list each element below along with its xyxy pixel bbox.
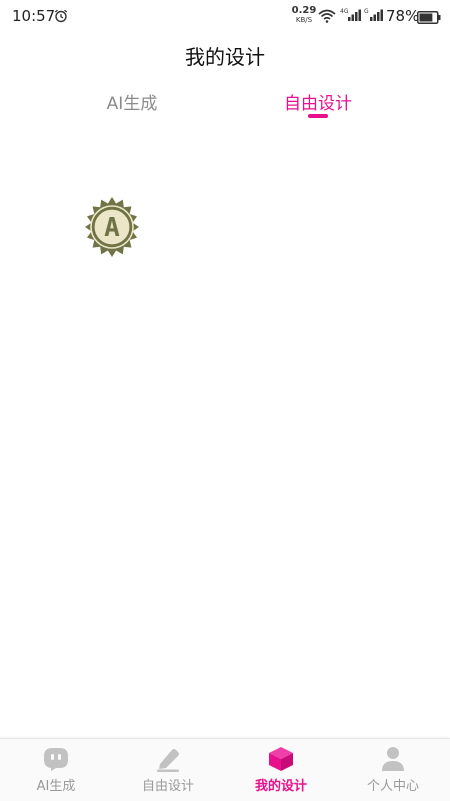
nav-label-ai-generate: AI生成 (36, 779, 76, 794)
design-item[interactable]: A (80, 195, 144, 263)
design-badge-image: A (85, 197, 139, 257)
nav-label-my-designs: 我的设计 (254, 779, 307, 794)
status-bar: 10:57 0.29 KB/S 4G G 78% (0, 0, 450, 32)
battery-icon (417, 9, 441, 28)
alarm-icon (54, 8, 68, 27)
nav-label-profile: 个人中心 (366, 779, 419, 794)
bottom-nav: AI生成 自由设计 我的设计 个人中心 (0, 738, 450, 801)
network-speed: 0.29 KB/S (291, 6, 317, 25)
signal-g-icon: G (364, 7, 384, 27)
tab-ai-generate[interactable]: AI生成 (67, 89, 197, 114)
nav-item-profile[interactable]: 个人中心 (337, 739, 449, 801)
active-tab-indicator (308, 114, 328, 118)
user-icon (382, 747, 404, 771)
network-speed-value: 0.29 (291, 5, 317, 16)
status-time: 10:57 (12, 7, 56, 25)
signal-g-label: G (364, 8, 369, 15)
nav-item-free-design[interactable]: 自由设计 (112, 739, 224, 801)
pencil-icon (157, 749, 179, 772)
tab-free-design[interactable]: 自由设计 (253, 89, 383, 114)
network-speed-unit: KB/S (295, 16, 313, 24)
design-letter: A (104, 213, 120, 243)
battery-fill (419, 13, 433, 22)
nav-label-free-design: 自由设计 (141, 779, 194, 794)
cube-icon (269, 747, 293, 771)
wifi-icon (318, 8, 336, 27)
robot-icon (44, 748, 68, 771)
nav-item-ai-generate[interactable]: AI生成 (0, 739, 112, 801)
battery-percent: 78% (386, 7, 420, 25)
signal-4g-icon: 4G (340, 7, 362, 27)
nav-item-my-designs[interactable]: 我的设计 (225, 739, 337, 801)
signal-4g-label: 4G (340, 8, 349, 15)
page-title: 我的设计 (185, 45, 265, 69)
